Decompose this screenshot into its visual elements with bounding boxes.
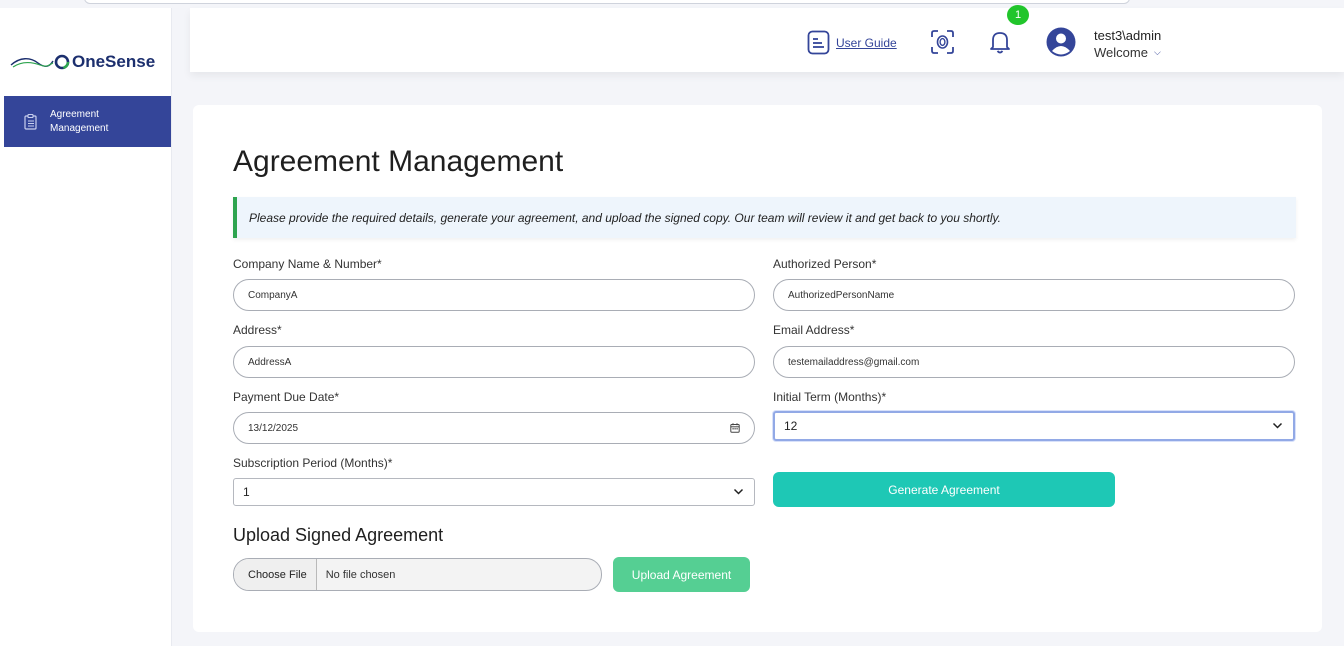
- initial-term-value: 12: [784, 419, 798, 433]
- upload-section-title: Upload Signed Agreement: [233, 525, 444, 545]
- subscription-value: 1: [243, 485, 250, 499]
- address-label: Address*: [233, 323, 282, 337]
- subscription-period-select[interactable]: 1: [233, 478, 755, 506]
- upload-agreement-button[interactable]: Upload Agreement: [613, 557, 750, 592]
- info-notice-text: Please provide the required details, gen…: [249, 210, 1001, 225]
- notification-badge: 1: [1007, 5, 1029, 25]
- address-value: AddressA: [248, 356, 292, 368]
- page-title: Agreement Management: [233, 145, 564, 178]
- file-input[interactable]: Choose File No file chosen: [233, 558, 602, 591]
- user-guide-label: User Guide: [836, 35, 897, 50]
- top-header: User Guide 1 test3\admin Welcome ⌵: [190, 5, 1344, 72]
- payment-due-value: 13/12/2025: [248, 422, 299, 434]
- user-avatar-icon[interactable]: [1046, 27, 1076, 57]
- company-input[interactable]: CompanyA: [233, 279, 755, 311]
- sidebar-item-label: Agreement Management: [50, 108, 109, 134]
- document-list-icon: [24, 113, 37, 130]
- wave-logo-icon: [10, 58, 54, 68]
- chevron-down-icon: [1272, 422, 1283, 429]
- payment-due-label: Payment Due Date*: [233, 390, 340, 404]
- no-file-label: No file chosen: [325, 568, 396, 581]
- company-label: Company Name & Number*: [233, 257, 382, 271]
- o-ring-icon: [54, 54, 70, 70]
- email-input[interactable]: testemailaddress@gmail.com: [773, 346, 1295, 378]
- sidebar: OneSense Agreement Management: [0, 8, 172, 646]
- info-notice: Please provide the required details, gen…: [233, 197, 1296, 238]
- chevron-down-icon: [733, 488, 744, 495]
- user-menu[interactable]: test3\admin Welcome ⌵: [1094, 28, 1161, 60]
- sidebar-item-agreement-management[interactable]: Agreement Management: [4, 96, 171, 147]
- authorized-person-input[interactable]: AuthorizedPersonName: [773, 279, 1295, 311]
- email-value: testemailaddress@gmail.com: [788, 356, 920, 368]
- user-guide-link[interactable]: User Guide: [807, 30, 897, 55]
- subscription-label: Subscription Period (Months)*: [233, 456, 393, 470]
- initial-term-label: Initial Term (Months)*: [773, 390, 887, 404]
- initial-term-select[interactable]: 12: [773, 411, 1295, 441]
- chevron-down-icon: ⌵: [1153, 47, 1161, 57]
- browser-strip: [84, 0, 1130, 4]
- logo-text: OneSense: [72, 52, 156, 71]
- choose-file-button[interactable]: Choose File: [234, 559, 317, 590]
- fingerprint-icon[interactable]: [930, 29, 955, 55]
- calendar-icon[interactable]: [730, 423, 740, 433]
- bell-icon[interactable]: [988, 29, 1012, 55]
- generate-agreement-button[interactable]: Generate Agreement: [773, 472, 1115, 507]
- guide-document-icon: [807, 30, 830, 55]
- authorized-person-label: Authorized Person*: [773, 257, 877, 271]
- company-value: CompanyA: [248, 289, 298, 301]
- email-label: Email Address*: [773, 323, 855, 337]
- payment-due-date-input[interactable]: 13/12/2025: [233, 412, 755, 444]
- username: test3\admin: [1094, 28, 1162, 43]
- onesense-logo[interactable]: OneSense: [10, 52, 155, 72]
- welcome-label: Welcome: [1094, 45, 1148, 60]
- agreement-card: Agreement Management Please provide the …: [193, 105, 1322, 632]
- authorized-person-value: AuthorizedPersonName: [788, 289, 895, 301]
- address-input[interactable]: AddressA: [233, 346, 755, 378]
- welcome-toggle[interactable]: Welcome ⌵: [1094, 45, 1161, 60]
